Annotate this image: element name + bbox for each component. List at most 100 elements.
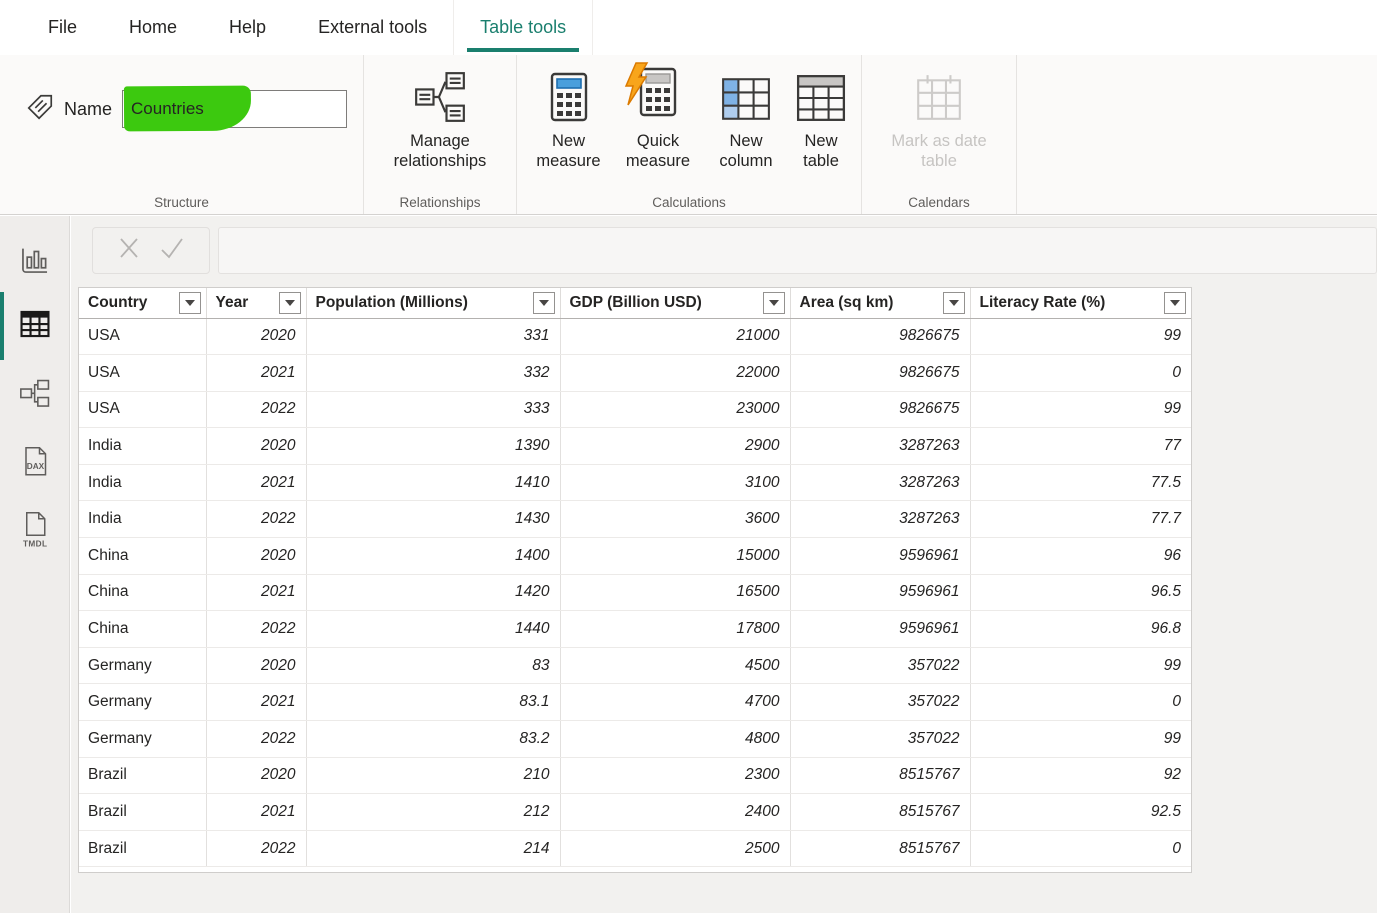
cell-country[interactable]: Brazil: [79, 757, 206, 794]
filter-dropdown-button[interactable]: [179, 292, 201, 314]
filter-dropdown-button[interactable]: [533, 292, 555, 314]
cell-value[interactable]: 4800: [560, 721, 790, 758]
cell-country[interactable]: India: [79, 428, 206, 465]
cell-value[interactable]: 357022: [790, 647, 970, 684]
cell-value[interactable]: 2020: [206, 757, 306, 794]
cell-value[interactable]: 9826675: [790, 318, 970, 355]
cell-value[interactable]: 9596961: [790, 538, 970, 575]
cell-value[interactable]: 96.5: [970, 574, 1191, 611]
cell-value[interactable]: 92: [970, 757, 1191, 794]
cell-value[interactable]: 2020: [206, 428, 306, 465]
cell-value[interactable]: 9826675: [790, 391, 970, 428]
cell-value[interactable]: 96: [970, 538, 1191, 575]
cell-value[interactable]: 4500: [560, 647, 790, 684]
cell-value[interactable]: 1430: [306, 501, 560, 538]
cell-value[interactable]: 0: [970, 830, 1191, 867]
cell-value[interactable]: 3600: [560, 501, 790, 538]
cell-value[interactable]: 15000: [560, 538, 790, 575]
cell-country[interactable]: Germany: [79, 684, 206, 721]
cell-value[interactable]: 3287263: [790, 501, 970, 538]
commit-check-icon[interactable]: [158, 235, 186, 266]
new-measure-button[interactable]: New measure: [526, 69, 611, 171]
tab-external-tools[interactable]: External tools: [292, 0, 453, 55]
cell-value[interactable]: 2022: [206, 721, 306, 758]
cell-value[interactable]: 331: [306, 318, 560, 355]
cell-value[interactable]: 2021: [206, 794, 306, 831]
column-header-country[interactable]: Country: [79, 288, 206, 318]
tab-help[interactable]: Help: [203, 0, 292, 55]
cell-value[interactable]: 23000: [560, 391, 790, 428]
cell-value[interactable]: 9596961: [790, 574, 970, 611]
cell-value[interactable]: 1440: [306, 611, 560, 648]
cell-value[interactable]: 8515767: [790, 830, 970, 867]
cell-value[interactable]: 2020: [206, 318, 306, 355]
cell-value[interactable]: 16500: [560, 574, 790, 611]
cell-value[interactable]: 3287263: [790, 428, 970, 465]
tab-table-tools[interactable]: Table tools: [453, 0, 593, 55]
cell-value[interactable]: 2900: [560, 428, 790, 465]
cell-value[interactable]: 2500: [560, 830, 790, 867]
mark-as-date-table-button[interactable]: Mark as date table: [877, 69, 1001, 171]
column-header-literacy[interactable]: Literacy Rate (%): [970, 288, 1191, 318]
new-column-button[interactable]: New column: [705, 69, 787, 171]
cell-value[interactable]: 83.1: [306, 684, 560, 721]
column-header-gdp[interactable]: GDP (Billion USD): [560, 288, 790, 318]
table-name-input[interactable]: [123, 91, 346, 127]
cell-value[interactable]: 357022: [790, 721, 970, 758]
cell-value[interactable]: 2021: [206, 574, 306, 611]
cell-country[interactable]: China: [79, 611, 206, 648]
cell-country[interactable]: USA: [79, 355, 206, 392]
cell-value[interactable]: 1390: [306, 428, 560, 465]
sidebar-item-tmdl-view[interactable]: TMDL: [0, 510, 69, 554]
cell-country[interactable]: Brazil: [79, 794, 206, 831]
cell-value[interactable]: 17800: [560, 611, 790, 648]
cell-value[interactable]: 99: [970, 721, 1191, 758]
cell-value[interactable]: 1400: [306, 538, 560, 575]
new-table-button[interactable]: New table: [790, 69, 852, 171]
formula-bar-input[interactable]: [218, 227, 1377, 274]
column-header-population[interactable]: Population (Millions): [306, 288, 560, 318]
cell-value[interactable]: 3287263: [790, 464, 970, 501]
cell-value[interactable]: 2020: [206, 647, 306, 684]
sidebar-item-model-view[interactable]: [0, 374, 69, 418]
cell-value[interactable]: 0: [970, 355, 1191, 392]
manage-relationships-button[interactable]: Manage relationships: [374, 69, 506, 171]
cell-value[interactable]: 214: [306, 830, 560, 867]
cell-value[interactable]: 9826675: [790, 355, 970, 392]
cell-value[interactable]: 2021: [206, 684, 306, 721]
cell-value[interactable]: 0: [970, 684, 1191, 721]
cell-value[interactable]: 99: [970, 318, 1191, 355]
sidebar-item-data-view[interactable]: [0, 304, 69, 348]
cell-value[interactable]: 2400: [560, 794, 790, 831]
cell-value[interactable]: 210: [306, 757, 560, 794]
cell-country[interactable]: Germany: [79, 647, 206, 684]
sidebar-item-report-view[interactable]: [0, 240, 69, 284]
cell-value[interactable]: 83.2: [306, 721, 560, 758]
cell-country[interactable]: Brazil: [79, 830, 206, 867]
filter-dropdown-button[interactable]: [1164, 292, 1186, 314]
column-header-area[interactable]: Area (sq km): [790, 288, 970, 318]
cell-country[interactable]: India: [79, 501, 206, 538]
cell-value[interactable]: 22000: [560, 355, 790, 392]
cell-value[interactable]: 2022: [206, 611, 306, 648]
cell-value[interactable]: 2021: [206, 464, 306, 501]
cell-value[interactable]: 99: [970, 647, 1191, 684]
cell-value[interactable]: 332: [306, 355, 560, 392]
tab-file[interactable]: File: [22, 0, 103, 55]
cell-value[interactable]: 4700: [560, 684, 790, 721]
cell-value[interactable]: 2300: [560, 757, 790, 794]
sidebar-item-dax-query-view[interactable]: DAX: [0, 442, 69, 486]
cell-value[interactable]: 2022: [206, 501, 306, 538]
cell-value[interactable]: 212: [306, 794, 560, 831]
cell-value[interactable]: 9596961: [790, 611, 970, 648]
cell-value[interactable]: 77.5: [970, 464, 1191, 501]
cell-value[interactable]: 77: [970, 428, 1191, 465]
cell-value[interactable]: 1420: [306, 574, 560, 611]
cell-value[interactable]: 8515767: [790, 794, 970, 831]
cell-value[interactable]: 96.8: [970, 611, 1191, 648]
filter-dropdown-button[interactable]: [763, 292, 785, 314]
cell-value[interactable]: 3100: [560, 464, 790, 501]
column-header-year[interactable]: Year: [206, 288, 306, 318]
cell-country[interactable]: Germany: [79, 721, 206, 758]
cell-value[interactable]: 333: [306, 391, 560, 428]
